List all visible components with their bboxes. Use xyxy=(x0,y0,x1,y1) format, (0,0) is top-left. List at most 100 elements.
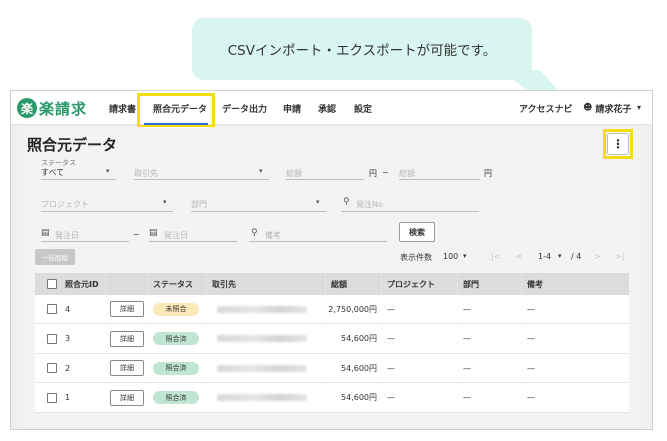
row-checkbox-cell[interactable] xyxy=(47,295,57,323)
remarks-input[interactable]: 備考 xyxy=(265,230,281,241)
status-filter-value[interactable]: すべて xyxy=(41,167,64,178)
chevron-down-icon[interactable]: ▾ xyxy=(637,103,641,112)
status-cell: 照合済 xyxy=(153,384,199,412)
amount-cell: 54,600円 xyxy=(341,393,377,402)
highlight-frame-nav xyxy=(137,93,215,128)
remarks-cell: — xyxy=(527,334,535,343)
amount-to-input[interactable]: 総額 xyxy=(399,168,415,179)
page-total: / 4 xyxy=(571,252,582,261)
order-date-to-underline xyxy=(149,241,237,242)
remarks-cell: — xyxy=(527,393,535,402)
status-badge: 未照合 xyxy=(153,302,199,316)
range-tilde: ~ xyxy=(382,168,389,177)
redacted-text xyxy=(217,364,307,372)
logo[interactable]: 楽 楽請求 xyxy=(17,97,87,119)
chevron-down-icon[interactable]: ▾ xyxy=(463,252,467,260)
row-checkbox-cell[interactable] xyxy=(47,354,57,382)
table-row: 2 詳細 照合済 54,600円 — — — xyxy=(35,354,629,383)
project-cell: — xyxy=(387,334,395,343)
order-no-input[interactable]: 発注No. xyxy=(356,199,385,210)
col-header-department[interactable]: 部門 xyxy=(463,273,479,295)
row-checkbox[interactable] xyxy=(47,304,57,314)
amount-from-input[interactable]: 総額 xyxy=(286,168,302,179)
detail-cell: 詳細 xyxy=(110,325,144,353)
last-page-icon[interactable]: >| xyxy=(615,252,624,261)
project-cell: — xyxy=(387,363,395,373)
partner-cell-redacted xyxy=(217,295,307,323)
order-date-from-input[interactable]: 発注日 xyxy=(55,230,79,241)
user-name: 請求花子 xyxy=(595,104,632,115)
detail-cell: 詳細 xyxy=(110,384,144,412)
app-window: 楽 楽請求 請求書 照合元データ データ出力 申請 承認 設定 アクセスナビ ☻… xyxy=(10,90,653,430)
remarks-underline xyxy=(249,241,387,242)
access-navi-link[interactable]: アクセスナビ xyxy=(519,91,573,125)
detail-button[interactable]: 詳細 xyxy=(110,389,144,406)
detail-button[interactable]: 詳細 xyxy=(110,330,144,347)
page-title: 照合元データ xyxy=(27,136,118,154)
col-header-amount[interactable]: 総額 xyxy=(331,273,347,295)
next-page-icon[interactable]: > xyxy=(594,252,601,261)
search-button[interactable]: 検索 xyxy=(399,222,435,242)
department-cell: — xyxy=(463,334,471,343)
nav-item-application[interactable]: 申請 xyxy=(283,91,301,125)
table-row: 3 詳細 照合済 54,600円 — — — xyxy=(35,324,629,354)
order-date-to-input[interactable]: 発注日 xyxy=(164,230,188,241)
col-header-project[interactable]: プロジェクト xyxy=(387,273,435,295)
nav-item-data-export[interactable]: データ出力 xyxy=(222,91,267,125)
yen-unit: 円 xyxy=(369,169,377,178)
rows-per-page-label: 表示件数 xyxy=(400,253,432,262)
checkbox[interactable] xyxy=(47,279,57,289)
chevron-down-icon[interactable]: ▾ xyxy=(316,198,320,206)
col-header-partner[interactable]: 取引先 xyxy=(212,273,236,295)
highlight-frame-menu xyxy=(603,129,633,159)
detail-button[interactable]: 詳細 xyxy=(110,301,144,317)
chevron-down-icon[interactable]: ▾ xyxy=(558,252,562,260)
row-checkbox[interactable] xyxy=(47,363,57,373)
status-cell: 照合済 xyxy=(153,325,199,353)
status-badge: 照合済 xyxy=(153,332,199,345)
nav-item-invoices[interactable]: 請求書 xyxy=(109,91,136,125)
redacted-text xyxy=(217,394,307,401)
order-date-from-underline xyxy=(41,241,129,242)
first-page-icon[interactable]: |< xyxy=(491,252,500,261)
row-checkbox[interactable] xyxy=(47,392,57,403)
chevron-down-icon[interactable]: ▾ xyxy=(259,167,263,175)
rows-per-page-select[interactable]: 100 xyxy=(443,252,458,261)
partner-filter[interactable]: 取引先 xyxy=(134,168,158,179)
col-header-remarks[interactable]: 備考 xyxy=(527,273,543,295)
search-icon: ⚲ xyxy=(251,228,258,238)
project-filter[interactable]: プロジェクト xyxy=(41,199,89,210)
row-checkbox-cell[interactable] xyxy=(47,384,57,412)
prev-page-icon[interactable]: < xyxy=(516,252,523,261)
source-data-table: 照合元ID ステータス 取引先 総額 プロジェクト 部門 備考 4 詳細 未照合 2,… xyxy=(35,273,629,413)
top-nav-bar: 楽 楽請求 請求書 照合元データ データ出力 申請 承認 設定 アクセスナビ ☻… xyxy=(11,91,652,125)
col-header-status[interactable]: ステータス xyxy=(153,273,193,295)
calendar-icon[interactable]: ▤ xyxy=(149,228,158,238)
status-cell: 未照合 xyxy=(153,295,199,323)
detail-button[interactable]: 詳細 xyxy=(110,360,144,376)
amount-to-underline xyxy=(399,179,480,180)
department-filter-underline xyxy=(191,211,326,212)
row-id: 2 xyxy=(65,363,71,373)
status-badge: 照合済 xyxy=(153,391,199,404)
chevron-down-icon[interactable]: ▾ xyxy=(163,198,167,206)
page-range-select[interactable]: 1-4 xyxy=(538,252,551,261)
chevron-down-icon[interactable]: ▾ xyxy=(106,167,110,175)
row-checkbox[interactable] xyxy=(47,333,57,344)
status-cell: 照合済 xyxy=(153,354,199,382)
logo-text: 楽請求 xyxy=(39,99,88,118)
nav-item-approval[interactable]: 承認 xyxy=(318,91,336,125)
row-id: 1 xyxy=(65,393,71,402)
department-filter[interactable]: 部門 xyxy=(191,199,207,210)
detail-cell: 詳細 xyxy=(110,354,144,382)
select-all-checkbox[interactable] xyxy=(47,273,57,295)
project-cell: — xyxy=(387,393,395,402)
table-row: 4 詳細 未照合 2,750,000円 — — — xyxy=(35,295,629,324)
nav-item-settings[interactable]: 設定 xyxy=(354,91,372,125)
bulk-delete-button[interactable]: 一括削除 xyxy=(35,249,75,265)
user-menu[interactable]: ☻ 請求花子 xyxy=(583,91,631,125)
amount-from-underline xyxy=(286,179,364,180)
col-header-id[interactable]: 照合元ID xyxy=(65,273,99,295)
row-checkbox-cell[interactable] xyxy=(47,325,57,353)
calendar-icon[interactable]: ▤ xyxy=(41,228,50,238)
